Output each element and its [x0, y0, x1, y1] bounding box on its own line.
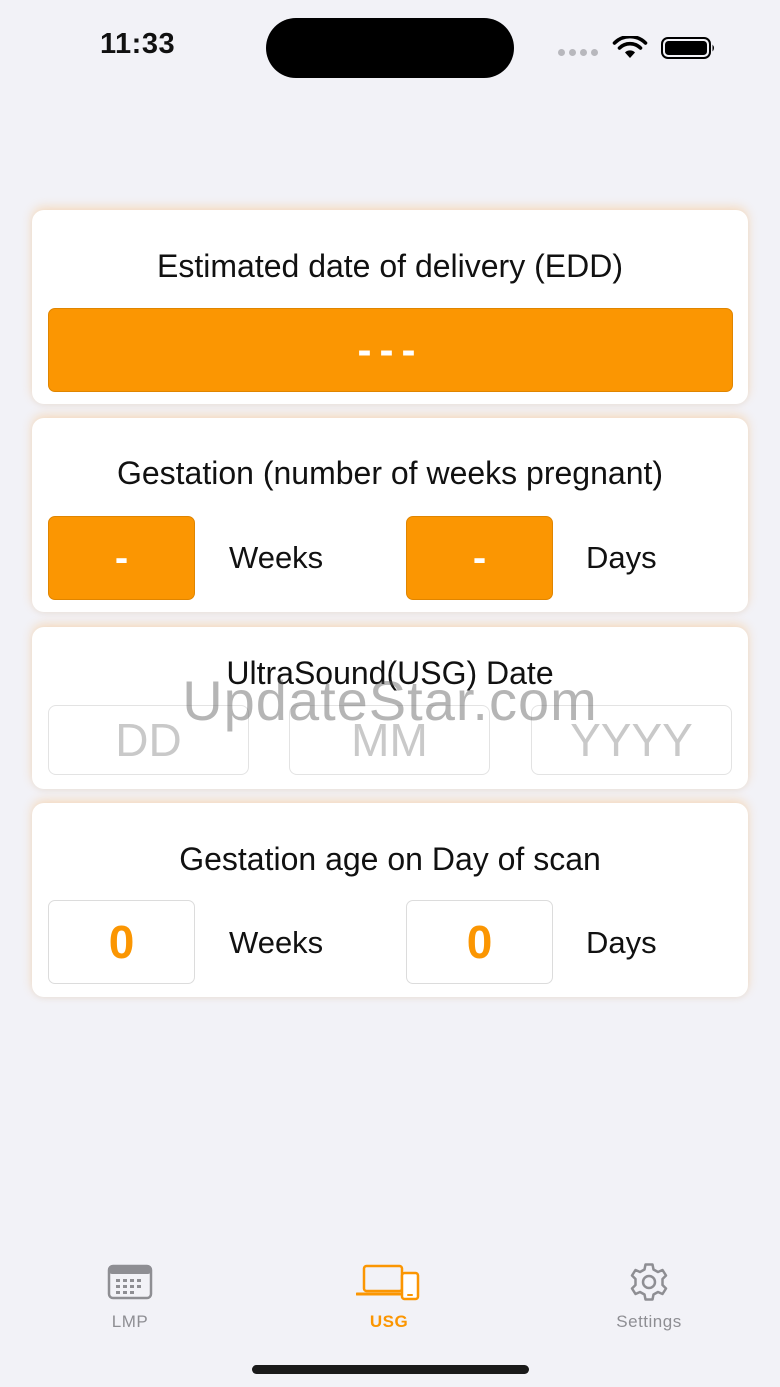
gear-icon: [630, 1263, 668, 1301]
tab-usg[interactable]: USG: [319, 1262, 459, 1332]
tab-lmp[interactable]: LMP: [60, 1262, 200, 1332]
usg-date-title: UltraSound(USG) Date: [226, 655, 554, 691]
scan-age-card: Gestation age on Day of scan 0 Weeks 0 D…: [32, 803, 748, 997]
edd-title: Estimated date of delivery (EDD): [157, 248, 623, 284]
gestation-card: Gestation (number of weeks pregnant) - W…: [32, 418, 748, 612]
scan-age-days-value[interactable]: 0: [406, 900, 553, 984]
cellular-signal-icon: [558, 49, 598, 56]
gestation-weeks-value[interactable]: -: [48, 516, 195, 600]
usg-month-input[interactable]: [289, 705, 490, 775]
home-indicator[interactable]: [252, 1365, 529, 1374]
wifi-icon: [612, 36, 648, 58]
calendar-icon: [107, 1264, 153, 1300]
scan-age-days-label: Days: [586, 925, 657, 960]
scan-age-weeks-value[interactable]: 0: [48, 900, 195, 984]
scan-age-title: Gestation age on Day of scan: [179, 841, 601, 877]
dynamic-island: [266, 18, 514, 78]
usg-date-card: UltraSound(USG) Date: [32, 627, 748, 789]
edd-card: Estimated date of delivery (EDD) ---: [32, 210, 748, 404]
gestation-title: Gestation (number of weeks pregnant): [116, 455, 664, 491]
usg-day-input[interactable]: [48, 705, 249, 775]
tab-usg-label: USG: [369, 1312, 409, 1331]
battery-icon: [661, 37, 714, 59]
status-time: 11:33: [100, 28, 176, 60]
edd-value[interactable]: ---: [48, 308, 733, 392]
tab-lmp-label: LMP: [111, 1312, 149, 1331]
gestation-days-label: Days: [586, 540, 657, 575]
tab-settings-label: Settings: [616, 1312, 682, 1331]
usg-year-input[interactable]: [531, 705, 732, 775]
gestation-weeks-label: Weeks: [229, 540, 324, 575]
scan-age-weeks-label: Weeks: [229, 925, 324, 960]
devices-icon: [356, 1264, 420, 1301]
gestation-days-value[interactable]: -: [406, 516, 553, 600]
tab-settings[interactable]: Settings: [579, 1262, 719, 1332]
